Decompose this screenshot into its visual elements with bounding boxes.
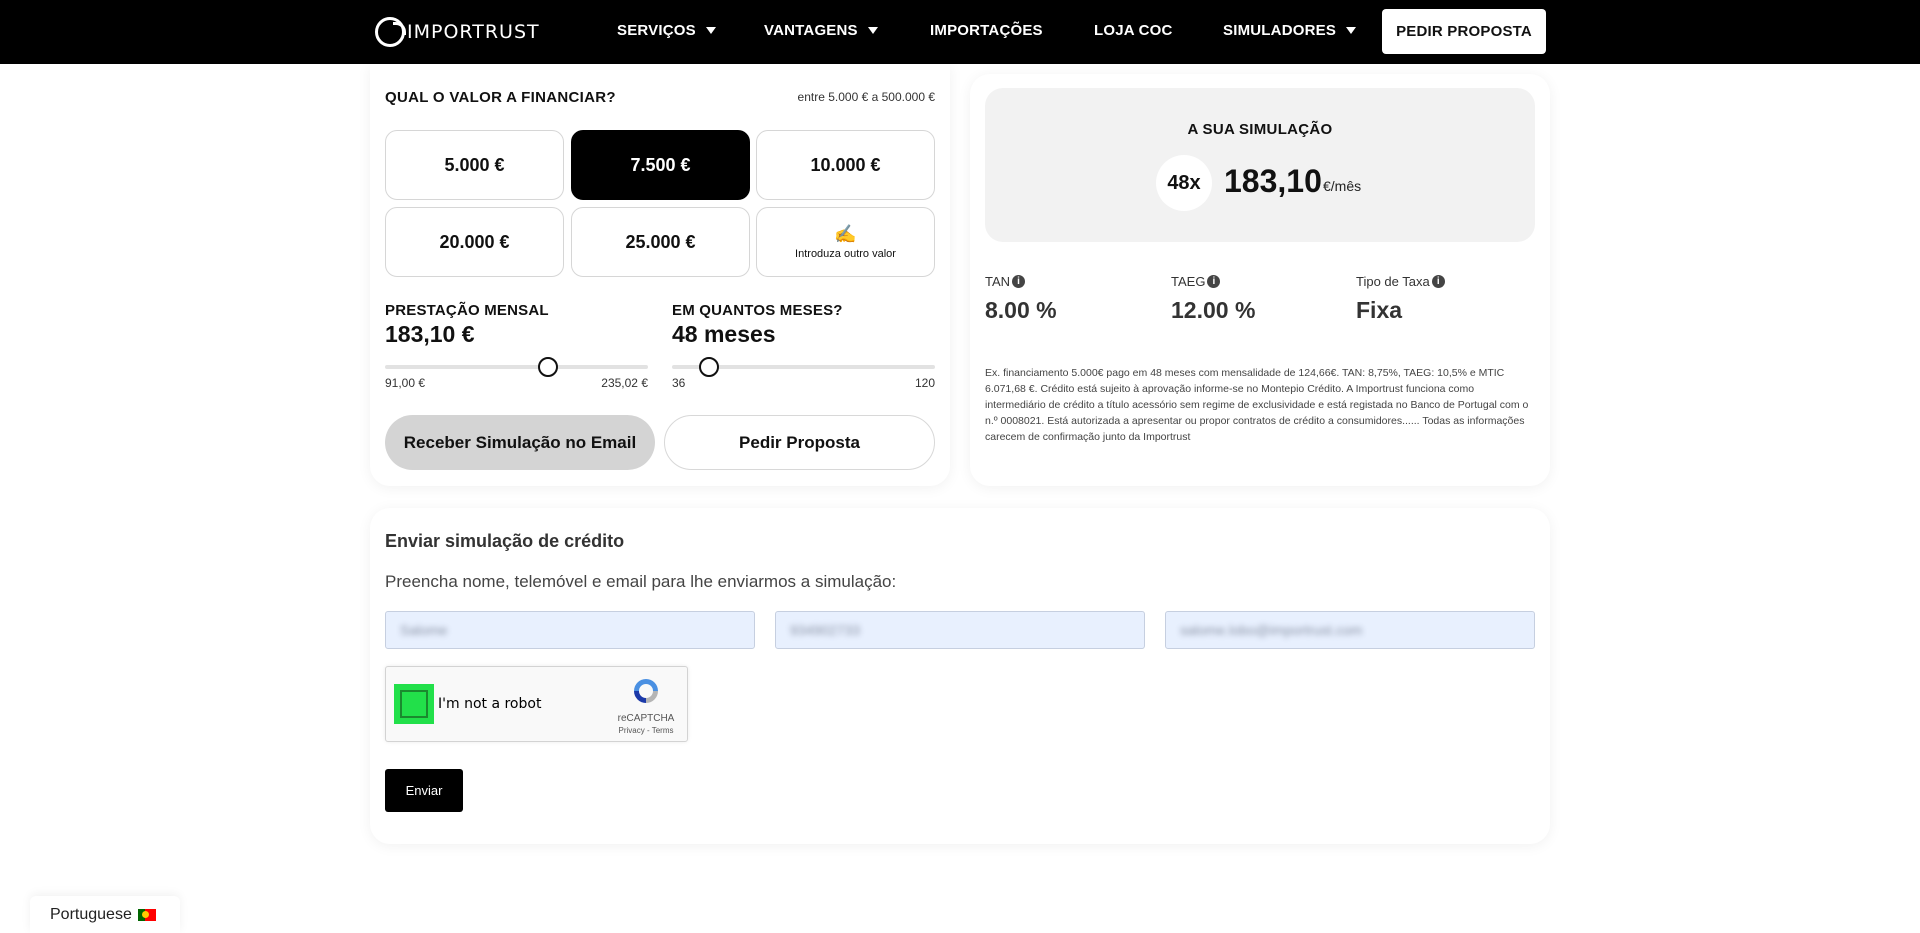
amount-option-other[interactable]: ✍️ Introduza outro valor xyxy=(756,207,935,277)
brand-name: IMPORTRUST xyxy=(407,21,540,43)
language-label: Portuguese xyxy=(50,905,132,923)
months-slider-handle[interactable] xyxy=(698,357,719,377)
send-subtitle: Preencha nome, telemóvel e email para lh… xyxy=(385,572,897,591)
stat-tan-label: TAN i xyxy=(985,274,1026,289)
nav-label: SIMULADORES xyxy=(1223,22,1337,39)
nav-label: LOJA COC xyxy=(1094,22,1173,39)
nav-item-servicos[interactable]: SERVIÇOS xyxy=(617,22,716,39)
recaptcha-brand: reCAPTCHA xyxy=(617,713,675,724)
submit-button[interactable]: Enviar xyxy=(385,769,463,812)
months-label: EM QUANTOS MESES? xyxy=(672,302,843,319)
monthly-slider-track[interactable] xyxy=(385,365,648,369)
logo-mark-icon xyxy=(375,17,406,47)
caret-down-icon xyxy=(867,27,878,34)
nav-item-simuladores[interactable]: SIMULADORES xyxy=(1223,22,1357,39)
recaptcha-links[interactable]: Privacy - Terms xyxy=(614,726,678,735)
months-min: 36 xyxy=(672,376,686,390)
top-navbar: IMPORTRUST SERVIÇOS VANTAGENS IMPORTAÇÕE… xyxy=(0,0,1920,64)
phone-field[interactable]: 934902733 xyxy=(775,611,1145,649)
importrust-logo[interactable]: IMPORTRUST xyxy=(375,16,540,48)
nav-item-importacoes[interactable]: IMPORTAÇÕES xyxy=(930,22,1043,39)
monthly-slider-handle[interactable] xyxy=(538,357,559,377)
checkbox-square-icon xyxy=(400,690,428,718)
email-field-value: salome.lobo@importrust.com xyxy=(1180,622,1363,638)
nav-label: IMPORTAÇÕES xyxy=(930,22,1043,39)
recaptcha-label: I'm not a robot xyxy=(438,696,542,712)
stat-label-text: TAN xyxy=(985,274,1011,289)
nav-proposal-button[interactable]: PEDIR PROPOSTA xyxy=(1382,9,1546,54)
phone-field-value: 934902733 xyxy=(790,622,861,638)
amount-option-7500[interactable]: 7.500 € xyxy=(571,130,750,200)
simulation-months-badge: 48x xyxy=(1156,155,1212,211)
stat-label-text: TAEG xyxy=(1171,274,1206,289)
info-icon[interactable]: i xyxy=(1431,275,1445,288)
info-icon[interactable]: i xyxy=(1207,275,1221,288)
portugal-flag-icon xyxy=(137,908,156,921)
caret-down-icon xyxy=(1346,27,1357,34)
nav-label: SERVIÇOS xyxy=(617,22,696,39)
nav-label: VANTAGENS xyxy=(764,22,858,39)
recaptcha-checkbox[interactable] xyxy=(394,684,434,724)
stat-taeg-value: 12.00 % xyxy=(1171,297,1256,323)
nav-item-loja-coc[interactable]: LOJA COC xyxy=(1094,22,1173,39)
stat-tan-value: 8.00 % xyxy=(985,297,1057,323)
request-proposal-button[interactable]: Pedir Proposta xyxy=(664,415,935,470)
stat-label-text: Tipo de Taxa xyxy=(1356,274,1430,289)
amount-option-5000[interactable]: 5.000 € xyxy=(385,130,564,200)
months-value: 48 meses xyxy=(672,321,776,347)
financing-title: QUAL O VALOR A FINANCIAR? xyxy=(385,89,616,106)
months-max: 120 xyxy=(914,376,935,390)
financing-range: entre 5.000 € a 500.000 € xyxy=(797,90,935,104)
name-field-value: Salome xyxy=(400,622,448,638)
simulation-unit: €/mês xyxy=(1323,178,1362,194)
monthly-min: 91,00 € xyxy=(385,376,426,390)
amount-option-20000[interactable]: 20.000 € xyxy=(385,207,564,277)
amount-option-10000[interactable]: 10.000 € xyxy=(756,130,935,200)
info-icon[interactable]: i xyxy=(1012,275,1026,288)
nav-item-vantagens[interactable]: VANTAGENS xyxy=(764,22,878,39)
credit-disclaimer: Ex. financiamento 5.000€ pago em 48 mese… xyxy=(985,367,1529,443)
email-simulation-button[interactable]: Receber Simulação no Email xyxy=(385,415,655,470)
language-selector[interactable]: Portuguese xyxy=(30,896,180,933)
recaptcha-logo-icon xyxy=(634,679,658,703)
writing-hand-icon: ✍️ xyxy=(834,224,857,244)
email-field[interactable]: salome.lobo@importrust.com xyxy=(1165,611,1535,649)
other-amount-label: Introduza outro valor xyxy=(795,248,896,260)
recaptcha-widget: I'm not a robot reCAPTCHA Privacy - Term… xyxy=(385,666,688,742)
amount-option-25000[interactable]: 25.000 € xyxy=(571,207,750,277)
monthly-max: 235,02 € xyxy=(601,376,648,390)
simulation-title: A SUA SIMULAÇÃO xyxy=(1187,121,1333,138)
send-title: Enviar simulação de crédito xyxy=(385,531,625,551)
caret-down-icon xyxy=(705,27,716,34)
stat-rate-type-label: Tipo de Taxa i xyxy=(1356,274,1445,289)
simulation-amount: 183,10 xyxy=(1224,163,1322,199)
monthly-label: PRESTAÇÃO MENSAL xyxy=(385,302,549,319)
monthly-value: 183,10 € xyxy=(385,321,475,347)
stat-taeg-label: TAEG i xyxy=(1171,274,1221,289)
stat-rate-type-value: Fixa xyxy=(1356,297,1403,323)
name-field[interactable]: Salome xyxy=(385,611,755,649)
